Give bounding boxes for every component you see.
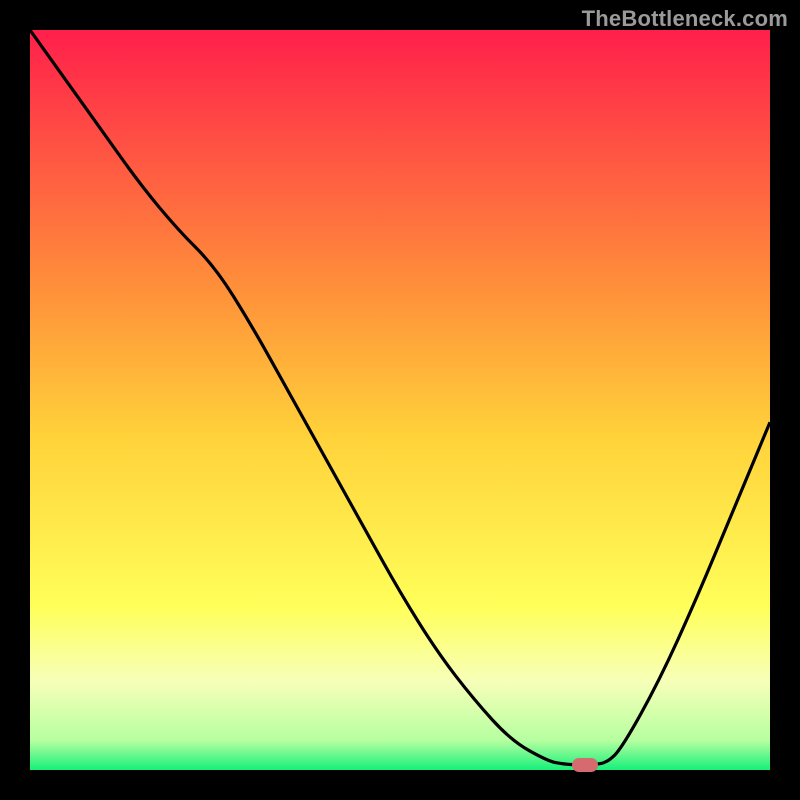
gradient-background [30, 30, 770, 770]
optimal-marker [572, 758, 598, 772]
plot-area [30, 30, 770, 770]
chart-frame: TheBottleneck.com [0, 0, 800, 800]
watermark-text: TheBottleneck.com [582, 6, 788, 32]
plot-canvas [30, 30, 770, 770]
